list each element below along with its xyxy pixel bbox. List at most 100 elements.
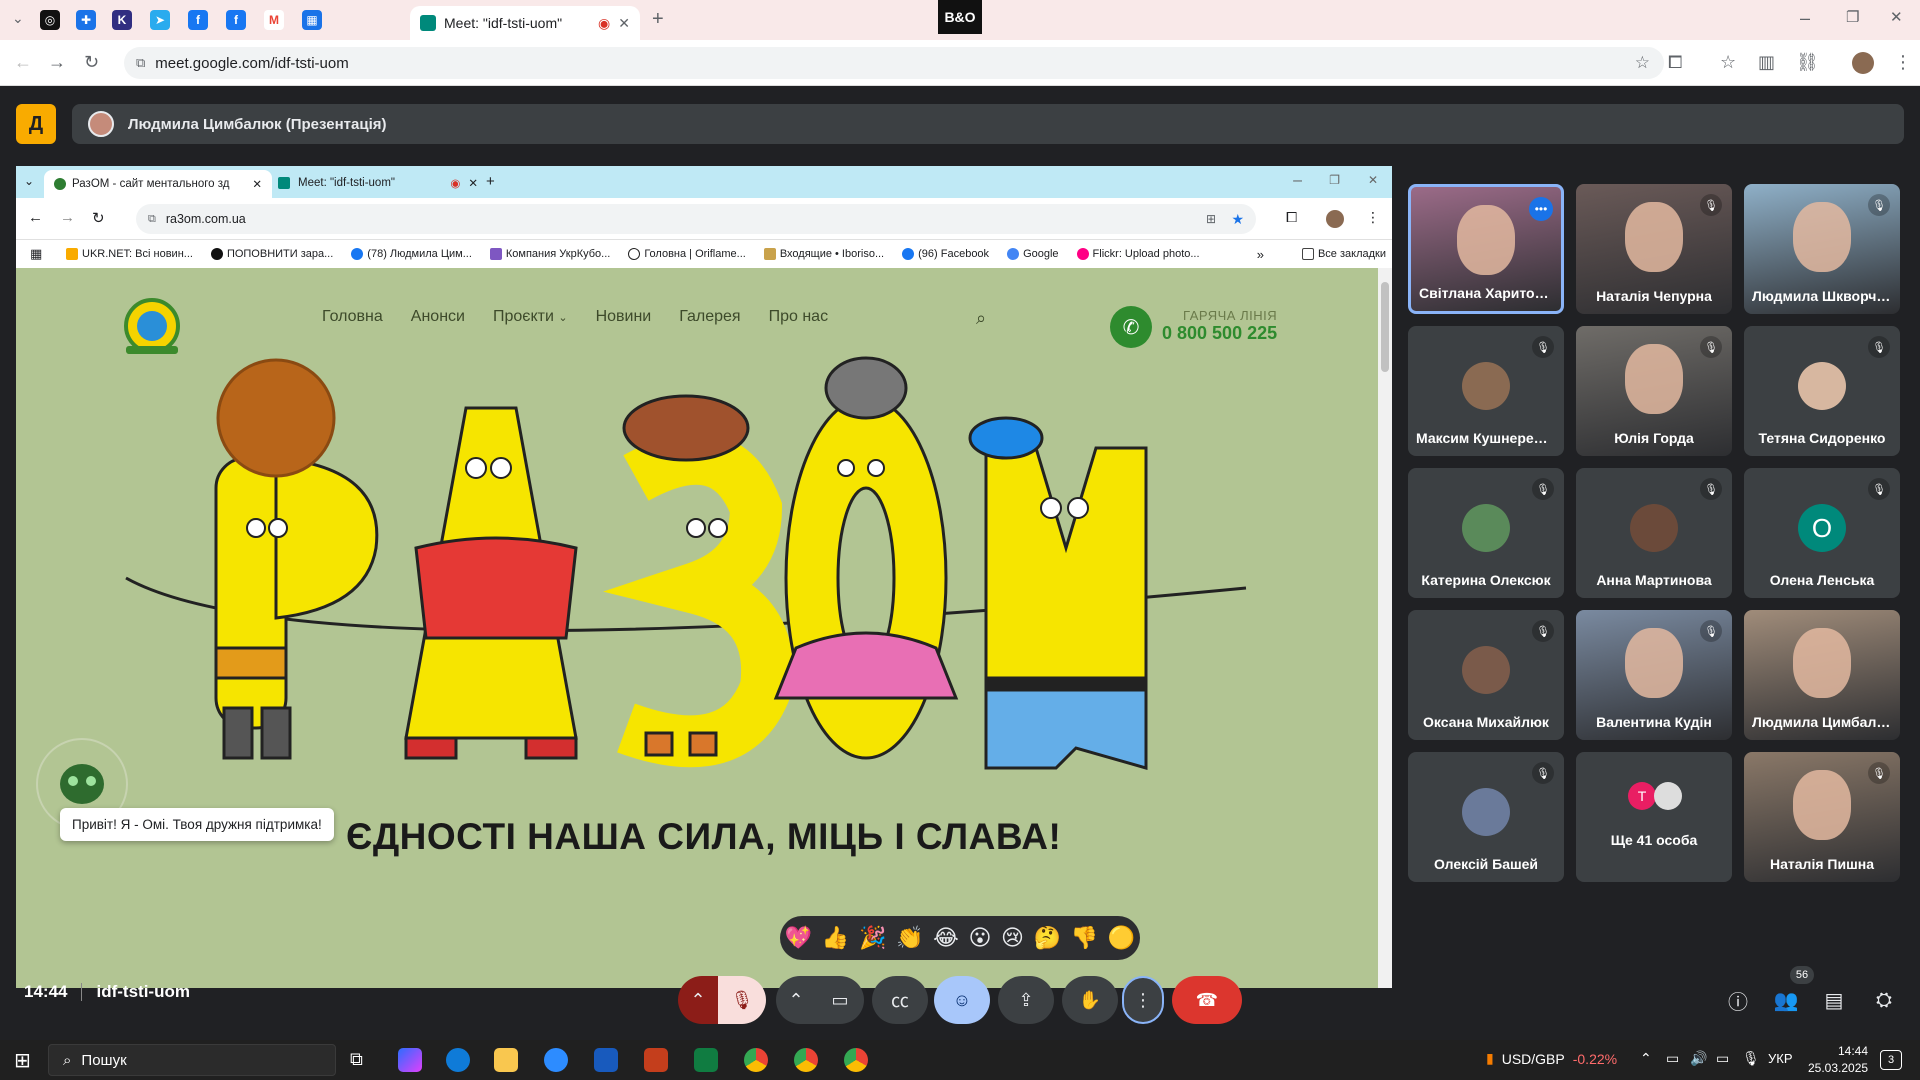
speaking-indicator-icon: •••	[1529, 197, 1553, 221]
profile-avatar[interactable]	[1852, 52, 1874, 74]
chrome-icon-3[interactable]	[844, 1048, 868, 1072]
reaction-emoji[interactable]: 👏	[896, 925, 923, 951]
reaction-emoji[interactable]: 🟡	[1108, 925, 1135, 951]
hotline-label: ГАРЯЧА ЛІНІЯ	[1183, 308, 1278, 323]
mic-off-icon: 🎙	[730, 989, 754, 1010]
muted-mic-icon: 🎙	[1700, 478, 1722, 500]
bookmark-star-icon[interactable]: ☆	[1635, 53, 1650, 73]
reaction-emoji[interactable]: 😢	[1001, 925, 1024, 951]
raise-hand-button[interactable]: ✋	[1062, 976, 1118, 1024]
tray-chevron-icon[interactable]: ⌃	[1640, 1050, 1652, 1067]
participant-tile[interactable]: 🎙 Оксана Михайлюк	[1408, 610, 1564, 740]
forward-icon[interactable]: →	[48, 52, 66, 73]
site-info-icon[interactable]: ⧉	[136, 55, 145, 71]
emoji-button[interactable]: ☺	[934, 976, 990, 1024]
telegram-tab-icon[interactable]: ➤	[150, 10, 170, 30]
participant-tile[interactable]: 🎙 Тетяна Сидоренко	[1744, 326, 1900, 456]
file-explorer-icon[interactable]	[494, 1048, 518, 1072]
task-view-icon[interactable]: ⧉	[350, 1049, 363, 1070]
network-icon[interactable]: ▭	[1716, 1050, 1729, 1067]
excel-icon[interactable]	[694, 1048, 718, 1072]
tab-icon-2[interactable]: ✚	[76, 10, 96, 30]
participant-tile[interactable]: О 🎙 Олена Ленська	[1744, 468, 1900, 598]
participant-name: Оксана Михайлюк	[1423, 714, 1549, 730]
companion-app-icon[interactable]: Д	[16, 104, 56, 144]
shared-forward-icon: →	[60, 209, 75, 226]
tab-search-icon[interactable]: ⌄	[12, 10, 24, 27]
more-options-button[interactable]: ⋮	[1122, 976, 1164, 1024]
participants-count-badge: 56	[1790, 966, 1814, 984]
participant-tile[interactable]: 🎙 Олексій Башей	[1408, 752, 1564, 882]
participant-tile[interactable]: 🎙 Наталія Чепурна	[1576, 184, 1732, 314]
chrome-icon[interactable]	[744, 1048, 768, 1072]
active-tab[interactable]: Meet: "idf-tsti-uom" ◉ ✕	[410, 6, 640, 40]
camera-options-button[interactable]: ⌃	[776, 976, 816, 1024]
volume-icon[interactable]: 🔊	[1690, 1050, 1707, 1067]
menu-icon[interactable]: ⋮	[1894, 52, 1912, 73]
zoom-icon[interactable]	[544, 1048, 568, 1072]
tab-icon-calendar[interactable]: ▦	[302, 10, 322, 30]
present-button[interactable]: ⇪	[998, 976, 1054, 1024]
meeting-details-button[interactable]: ⓘ	[1718, 976, 1758, 1024]
shared-reload-icon: ↻	[92, 210, 105, 227]
clock[interactable]: 14:44 25.03.2025	[1808, 1043, 1868, 1077]
camera-toggle-button[interactable]: ▭	[816, 976, 864, 1024]
taskbar-search[interactable]: ⌕ Пошук	[48, 1044, 336, 1076]
reload-icon[interactable]: ↻	[84, 52, 99, 73]
mic-tray-icon[interactable]: 🎙	[1742, 1050, 1760, 1067]
language-indicator[interactable]: УКР	[1768, 1051, 1793, 1066]
back-icon[interactable]: ←	[14, 52, 32, 73]
mic-options-button[interactable]: ⌃	[678, 976, 718, 1024]
facebook-tab-icon[interactable]: f	[188, 10, 208, 30]
mic-toggle-button[interactable]: 🎙	[718, 976, 766, 1024]
tab-icon-3[interactable]: K	[112, 10, 132, 30]
trash-icon[interactable]: ▥	[1758, 52, 1775, 73]
notifications-icon[interactable]: 3	[1880, 1050, 1902, 1070]
gmail-tab-icon[interactable]: M	[264, 10, 284, 30]
word-icon[interactable]	[594, 1048, 618, 1072]
chrome-icon-2[interactable]	[794, 1048, 818, 1072]
chat-button[interactable]: ▤	[1814, 976, 1854, 1024]
participant-video	[1457, 205, 1515, 275]
edge-icon[interactable]	[446, 1048, 470, 1072]
currency-widget[interactable]: ▮ USD/GBP -0.22%	[1486, 1050, 1617, 1067]
participant-tile[interactable]: 🎙 Анна Мартинова	[1576, 468, 1732, 598]
extensions-icon[interactable]: ⧠	[1668, 52, 1682, 73]
address-bar-row: ← → ↻ ⧉ meet.google.com/idf-tsti-uom ☆ ⧠…	[0, 40, 1920, 86]
reaction-emoji[interactable]: 😂	[933, 925, 959, 951]
leave-call-button[interactable]: ☎	[1172, 976, 1242, 1024]
reaction-emoji[interactable]: 👎	[1071, 925, 1098, 951]
participant-tile[interactable]: 🎙 Максим Кушнеренко	[1408, 326, 1564, 456]
reaction-emoji[interactable]: 😮	[968, 925, 991, 951]
participant-tile[interactable]: 🎙 Катерина Олексюк	[1408, 468, 1564, 598]
copilot-icon[interactable]	[398, 1048, 422, 1072]
windows-start-icon[interactable]: ⊞	[14, 1048, 31, 1073]
reaction-emoji[interactable]: 👍	[822, 925, 849, 951]
link-icon[interactable]: ⛓	[1796, 52, 1819, 73]
participant-tile[interactable]: 🎙 Наталія Пишна	[1744, 752, 1900, 882]
new-tab-icon[interactable]: +	[652, 8, 664, 31]
participant-tile[interactable]: ••• Світлана Харитонова	[1408, 184, 1564, 314]
omnibox[interactable]: ⧉ meet.google.com/idf-tsti-uom ☆	[124, 47, 1664, 79]
tab-icon-1[interactable]: ◎	[40, 10, 60, 30]
participant-tile[interactable]: 🎙 Валентина Кудін	[1576, 610, 1732, 740]
shared-tab-search-icon: ⌄	[24, 174, 35, 188]
participant-tile[interactable]: 🎙 Юлія Горда	[1576, 326, 1732, 456]
powerpoint-icon[interactable]	[644, 1048, 668, 1072]
close-tab-icon[interactable]: ✕	[618, 15, 630, 32]
maximize-icon[interactable]: ❐	[1846, 8, 1859, 26]
tray-meet-icon[interactable]: ▭	[1666, 1050, 1679, 1067]
participant-tile[interactable]: 🎙 Людмила Шкворченко	[1744, 184, 1900, 314]
chatbot-greeting: Привіт! Я - Омі. Твоя дружня підтримка!	[60, 808, 334, 841]
facebook-tab-icon-2[interactable]: f	[226, 10, 246, 30]
activities-button[interactable]: ⛭	[1864, 976, 1904, 1024]
minimize-icon[interactable]: –	[1800, 8, 1810, 29]
participant-tile[interactable]: Людмила Цимбалюк	[1744, 610, 1900, 740]
reaction-emoji[interactable]: 🎉	[859, 925, 886, 951]
favorites-icon[interactable]: ☆	[1720, 52, 1736, 73]
reaction-emoji[interactable]: 🤔	[1034, 925, 1061, 951]
close-window-icon[interactable]: ✕	[1890, 8, 1903, 26]
participant-tile[interactable]: T Ще 41 особа	[1576, 752, 1732, 882]
captions-button[interactable]: ㏄	[872, 976, 928, 1024]
reaction-emoji[interactable]: 💖	[785, 925, 812, 951]
